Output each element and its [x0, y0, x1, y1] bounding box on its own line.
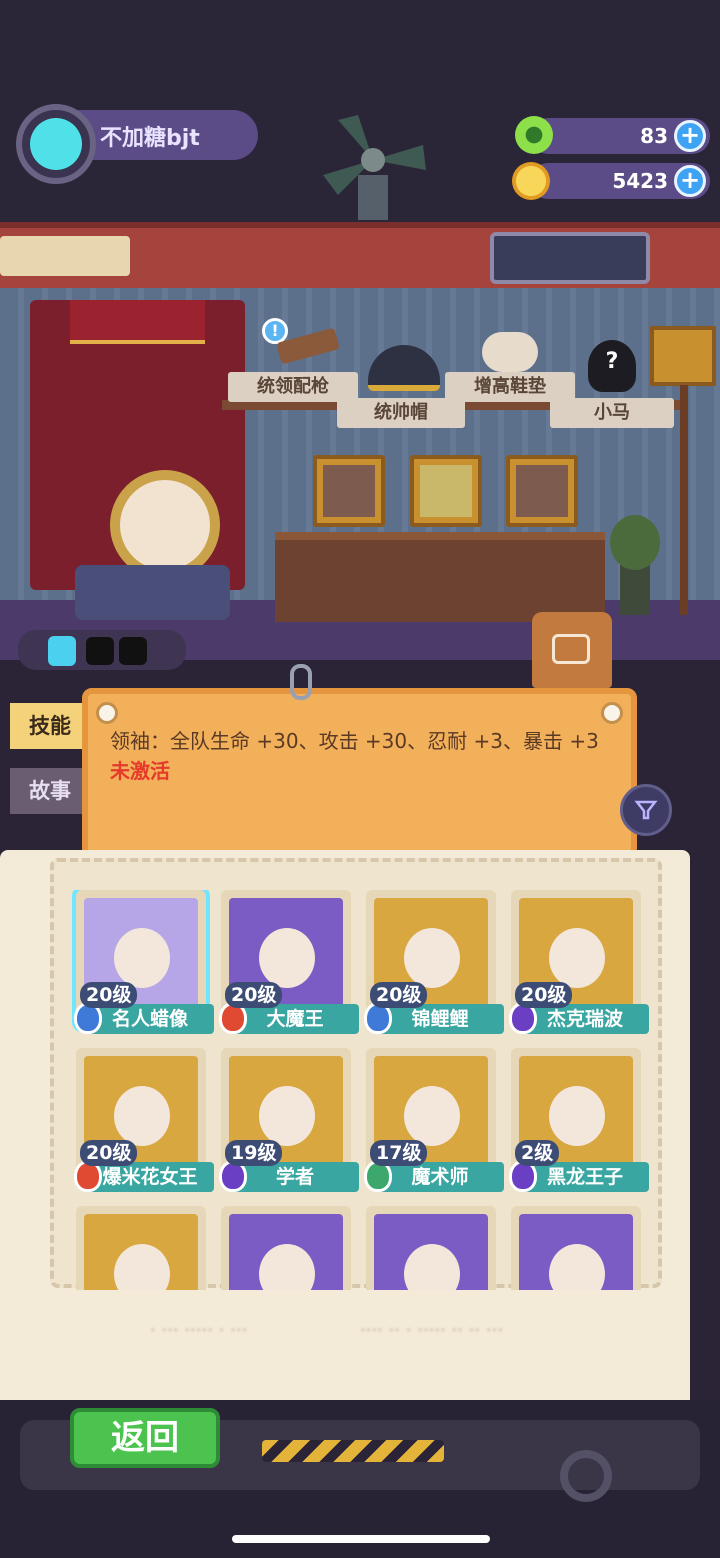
character-level: 17级 [370, 1140, 428, 1166]
hazard-stripe [262, 1440, 444, 1462]
character-level: 20级 [225, 982, 283, 1008]
pin-icon [96, 702, 118, 724]
character-level: 20级 [80, 1140, 138, 1166]
horse-portrait [650, 326, 716, 386]
character-card[interactable] [511, 1206, 641, 1290]
character-level: 20级 [80, 982, 138, 1008]
character-face [259, 1244, 315, 1290]
gear-icon [560, 1450, 612, 1502]
character-name: 黑龙王子 [521, 1162, 649, 1192]
tab-skill[interactable]: 技能 [10, 703, 90, 749]
faded-text-2: ···· ·· · ····· ·· ·· ··· [360, 1320, 504, 1341]
character-face [549, 1244, 605, 1290]
wax-figure-character[interactable] [110, 470, 220, 580]
empty-slot-1[interactable] [86, 637, 114, 665]
faded-text-1: · ··· ····· · ··· [150, 1320, 248, 1341]
character-portrait [374, 1214, 488, 1290]
coin-count: 5423 [612, 169, 668, 193]
character-card[interactable]: 学者 19级 [219, 1048, 359, 1192]
coat-rack [680, 385, 688, 615]
energy-bottle-icon[interactable] [48, 636, 76, 666]
cart [75, 565, 230, 620]
item-tag-hat[interactable]: 统帅帽 [337, 398, 465, 428]
item-tag-horse[interactable]: 小马 [550, 398, 674, 428]
character-level: 19级 [225, 1140, 283, 1166]
skill-text: 领袖：全队生命 +30、攻击 +30、忍耐 +3、暴击 +3 [110, 729, 599, 753]
curtain-valance [70, 300, 205, 344]
character-face [114, 1086, 170, 1146]
green-gem-icon [515, 116, 553, 154]
character-card[interactable] [76, 1206, 206, 1290]
character-level: 20级 [370, 982, 428, 1008]
portrait-1-art [323, 465, 375, 517]
skill-description: 领袖：全队生命 +30、攻击 +30、忍耐 +3、暴击 +3 未激活 [110, 726, 610, 786]
portrait-2-art [420, 465, 472, 517]
player-avatar[interactable] [16, 104, 96, 184]
character-name: 杰克瑞波 [521, 1004, 649, 1034]
character-level: 20级 [515, 982, 573, 1008]
plant-leaves [610, 515, 660, 570]
portrait-frame-3 [506, 455, 578, 527]
character-portrait [229, 1214, 343, 1290]
pin-icon [601, 702, 623, 724]
character-card[interactable] [366, 1206, 496, 1290]
character-card[interactable]: 名人蜡像 20级 [74, 890, 214, 1034]
character-face [549, 1086, 605, 1146]
character-card[interactable]: 大魔王 20级 [219, 890, 359, 1034]
character-name: 锦鲤鲤 [376, 1004, 504, 1034]
insole-icon[interactable] [482, 332, 538, 372]
character-face [114, 928, 170, 988]
character-name: 爆米花女王 [86, 1162, 214, 1192]
wardrobe-icon [552, 634, 590, 664]
gem-count: 83 [640, 124, 668, 148]
character-card[interactable]: 杰克瑞波 20级 [509, 890, 649, 1034]
character-name: 魔术师 [376, 1162, 504, 1192]
character-portrait [519, 1214, 633, 1290]
character-card[interactable]: 黑龙王子 2级 [509, 1048, 649, 1192]
character-face [259, 1086, 315, 1146]
filter-icon [634, 800, 658, 820]
character-name: 名人蜡像 [86, 1004, 214, 1034]
wardrobe-button[interactable] [532, 612, 612, 688]
character-face [404, 1086, 460, 1146]
character-card[interactable] [221, 1206, 351, 1290]
player-name: 不加糖bjt [100, 126, 200, 151]
character-portrait [84, 1214, 198, 1290]
paperclip-icon [290, 664, 312, 700]
filter-button[interactable] [620, 784, 672, 836]
unknown-item-icon[interactable]: ? [588, 340, 636, 392]
character-face [549, 928, 605, 988]
cat-face-icon [30, 118, 82, 170]
character-face [259, 928, 315, 988]
character-grid: 名人蜡像 20级 大魔王 20级 锦鲤鲤 20级 杰克瑞波 20级 爆米花女王 20级 学者 19级魔… [66, 890, 656, 1290]
character-card[interactable]: 锦鲤鲤 20级 [364, 890, 504, 1034]
plant-icon [610, 505, 660, 615]
add-gems-button[interactable]: + [674, 120, 706, 152]
character-face [404, 1244, 460, 1290]
character-level: 2级 [515, 1140, 560, 1166]
plant-pot [620, 565, 650, 615]
ghost-display [490, 232, 650, 284]
shelf-panel [0, 236, 130, 276]
character-card[interactable]: 魔术师 17级 [364, 1048, 504, 1192]
desk [275, 532, 605, 622]
character-name: 大魔王 [231, 1004, 359, 1034]
portrait-3-art [516, 465, 568, 517]
character-card[interactable]: 爆米花女王 20级 [74, 1048, 214, 1192]
portrait-frame-2 [410, 455, 482, 527]
empty-slot-2[interactable] [119, 637, 147, 665]
character-name: 学者 [231, 1162, 359, 1192]
home-indicator[interactable] [232, 1535, 490, 1543]
character-face [404, 928, 460, 988]
tab-story[interactable]: 故事 [10, 768, 90, 814]
character-face [114, 1244, 170, 1290]
portrait-frame-1 [313, 455, 385, 527]
skill-panel: 领袖：全队生命 +30、攻击 +30、忍耐 +3、暴击 +3 未激活 [82, 688, 637, 858]
add-coins-button[interactable]: + [674, 165, 706, 197]
skill-status: 未激活 [110, 759, 170, 783]
gold-coin-icon [512, 162, 550, 200]
fan-icon [323, 115, 426, 220]
back-button[interactable]: 返回 [70, 1408, 220, 1468]
